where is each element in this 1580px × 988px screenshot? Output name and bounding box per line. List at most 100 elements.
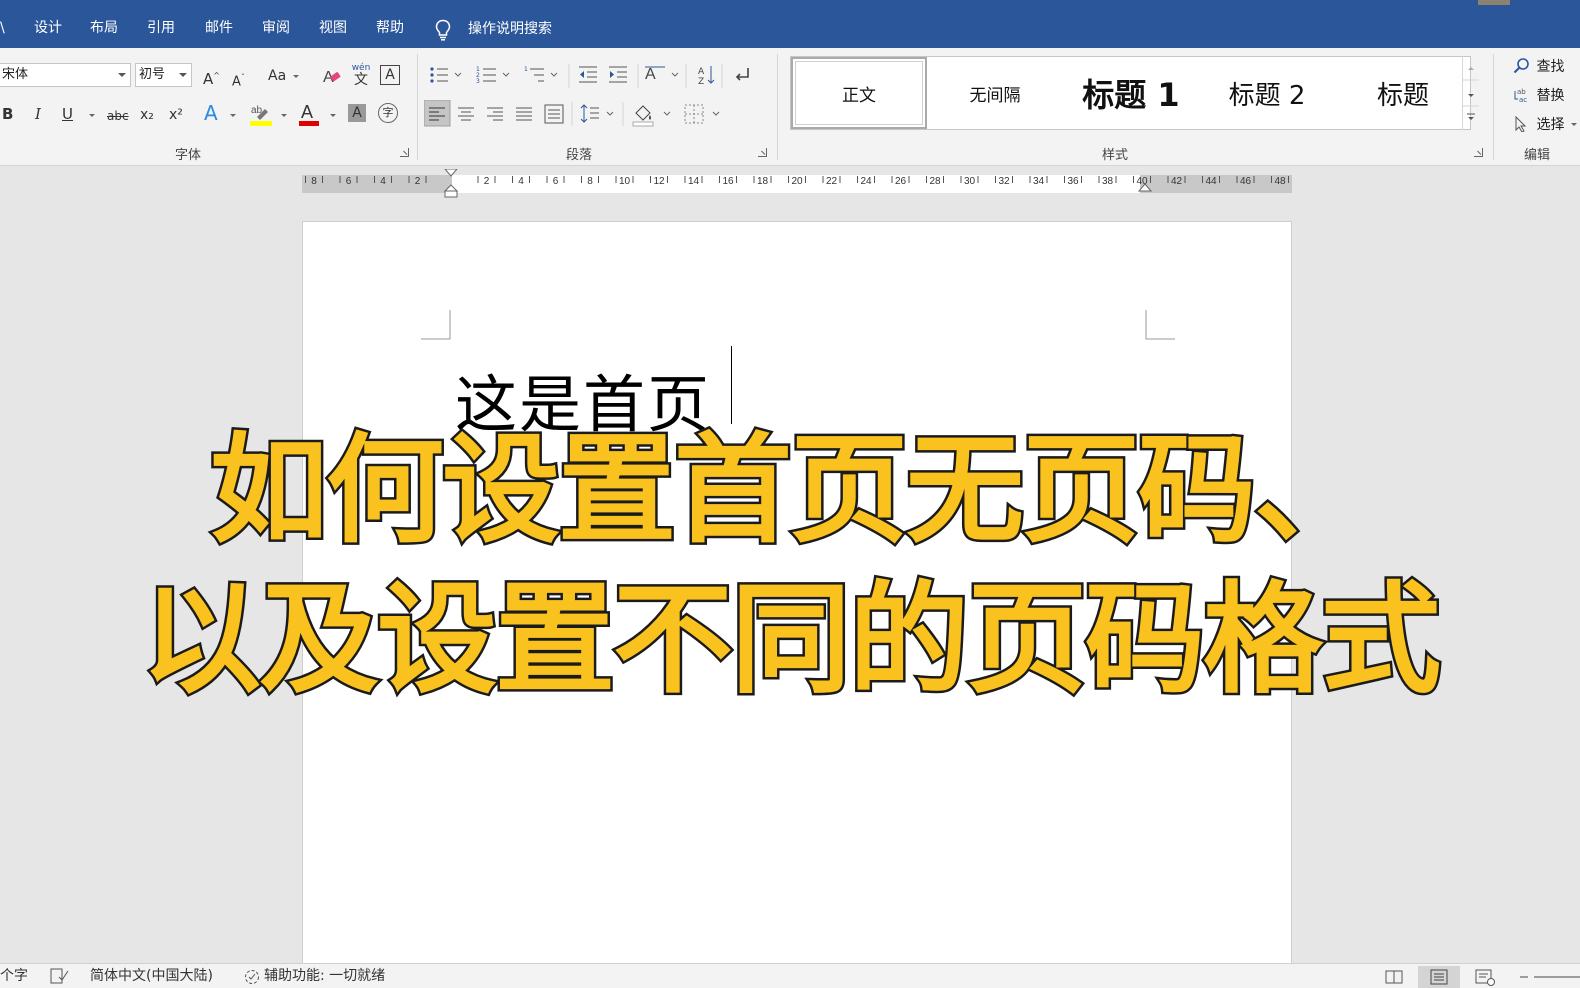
align-right-icon <box>487 107 503 121</box>
subscript-button[interactable]: x₂ <box>140 105 154 125</box>
styles-group-label: 样式 <box>1102 148 1129 163</box>
crop-mark-top-right <box>1145 310 1175 340</box>
web-layout-icon <box>1475 969 1495 986</box>
editing-group-label: 编辑 <box>1524 148 1551 163</box>
highlight-color-icon[interactable]: ab <box>249 101 273 127</box>
clear-formatting-icon[interactable]: A <box>322 65 342 87</box>
user-avatar[interactable] <box>1478 0 1510 5</box>
zoom-slider[interactable] <box>1518 974 1580 980</box>
italic-button[interactable]: I <box>35 104 41 124</box>
svg-text:A: A <box>301 102 313 122</box>
find-label: 查找 <box>1536 59 1565 75</box>
ruler-label: 28 <box>929 176 941 187</box>
style-heading-1[interactable]: 标题 1 <box>1063 57 1199 129</box>
sort-icon: AZ <box>698 66 715 87</box>
styles-dialog-launcher-icon[interactable] <box>1474 148 1483 157</box>
proofing-icon[interactable] <box>50 968 70 984</box>
line-spacing-icon <box>580 104 614 123</box>
select-button[interactable]: 选择 <box>1512 114 1577 134</box>
paragraph-row-2 <box>424 100 720 127</box>
read-mode-button[interactable] <box>1374 966 1416 988</box>
ruler-label: 4 <box>380 176 386 187</box>
underline-button[interactable]: U <box>62 104 73 124</box>
ruler-label: 2 <box>415 176 421 187</box>
accessibility-status[interactable]: 辅助功能: 一切就绪 <box>264 967 385 985</box>
bullets-icon <box>430 67 462 83</box>
enclose-characters-button[interactable]: 字 <box>378 103 398 123</box>
font-name-value: 宋体 <box>2 67 29 82</box>
lightbulb-icon[interactable] <box>434 19 452 41</box>
text-effects-button[interactable]: A <box>204 103 218 123</box>
bold-button[interactable]: B <box>2 104 13 124</box>
ruler-label: 22 <box>826 176 838 187</box>
ruler-label: 10 <box>619 176 631 187</box>
font-name-combo[interactable]: 宋体 <box>0 63 131 87</box>
accessibility-icon[interactable] <box>243 968 263 986</box>
replace-button[interactable]: ab ac 替换 <box>1512 85 1564 105</box>
ribbon-tab-bar: \ 设计 布局 引用 邮件 审阅 视图 帮助 操作说明搜索 <box>0 0 1580 48</box>
chevron-down-icon[interactable] <box>281 114 287 117</box>
svg-text:ac: ac <box>1519 96 1527 103</box>
character-border-button[interactable]: A <box>380 65 400 85</box>
tab-references[interactable]: 引用 <box>147 18 175 38</box>
group-separator <box>777 54 778 160</box>
chevron-down-icon[interactable] <box>293 75 299 78</box>
gallery-scroll-arrows-icon[interactable] <box>1463 56 1479 130</box>
chevron-down-icon[interactable] <box>230 114 236 117</box>
paragraph-group-label: 段落 <box>566 148 593 163</box>
chevron-down-icon[interactable] <box>1570 123 1577 126</box>
font-size-combo[interactable]: 初号 <box>135 63 192 87</box>
superscript-button[interactable]: x² <box>169 105 183 125</box>
font-group-label: 字体 <box>175 148 202 163</box>
shrink-font-glyph: A <box>232 74 241 90</box>
chevron-down-icon[interactable] <box>179 73 187 77</box>
svg-text:ab: ab <box>1517 88 1526 96</box>
tab-design[interactable]: 设计 <box>34 18 62 38</box>
change-case-button[interactable]: Aa <box>268 66 286 86</box>
increase-indent-icon <box>609 66 627 83</box>
tell-me-search[interactable]: 操作说明搜索 <box>468 18 552 38</box>
style-title[interactable]: 标题 <box>1335 57 1471 129</box>
styles-gallery: 正文 无间隔 标题 1 标题 2 标题 <box>790 56 1471 130</box>
chevron-down-icon[interactable] <box>330 114 336 117</box>
phonetic-guide-button[interactable]: wén 文 <box>350 62 372 88</box>
ruler-label: 38 <box>1102 176 1114 187</box>
strikethrough-button[interactable]: abc <box>107 106 129 126</box>
crop-mark-top-left <box>421 310 451 340</box>
right-indent-marker-icon[interactable] <box>1138 183 1152 193</box>
ruler-label: 48 <box>1274 176 1286 187</box>
word-count[interactable]: 个字 <box>0 967 28 985</box>
ruler-label: 8 <box>311 176 317 187</box>
font-color-icon[interactable]: A <box>298 101 320 127</box>
style-heading-1-label: 标题 1 <box>1082 76 1180 114</box>
tab-help[interactable]: 帮助 <box>376 18 404 38</box>
style-no-spacing[interactable]: 无间隔 <box>927 57 1063 129</box>
find-button[interactable]: 查找 <box>1512 56 1564 76</box>
select-label: 选择 <box>1536 117 1565 133</box>
indent-markers-icon[interactable] <box>444 169 458 199</box>
styles-gallery-scroller[interactable] <box>1462 56 1479 130</box>
justify-icon <box>516 107 532 121</box>
grow-font-button[interactable]: A^ <box>203 66 220 89</box>
tab-view[interactable]: 视图 <box>319 18 347 38</box>
tab-layout[interactable]: 布局 <box>90 18 118 38</box>
web-layout-button[interactable] <box>1464 966 1506 988</box>
tab-review[interactable]: 审阅 <box>262 18 290 38</box>
chevron-down-icon[interactable] <box>89 114 95 117</box>
group-separator <box>1493 54 1494 160</box>
font-size-value: 初号 <box>139 67 166 82</box>
style-normal[interactable]: 正文 <box>791 57 927 129</box>
font-dialog-launcher-icon[interactable] <box>400 148 409 157</box>
language-indicator[interactable]: 简体中文(中国大陆) <box>90 967 213 985</box>
ruler-label: 12 <box>653 176 665 187</box>
character-shading-button[interactable]: A <box>348 104 366 122</box>
shrink-font-button[interactable]: Aˇ <box>232 68 245 92</box>
phonetic-character: 文 <box>354 72 368 88</box>
style-heading-2[interactable]: 标题 2 <box>1199 57 1335 129</box>
chevron-down-icon[interactable] <box>118 73 126 77</box>
tab-mailings[interactable]: 邮件 <box>205 18 233 38</box>
tab-cut-off[interactable]: \ <box>0 20 5 36</box>
ruler-label: 4 <box>518 176 524 187</box>
paragraph-dialog-launcher-icon[interactable] <box>758 148 767 157</box>
print-layout-button[interactable] <box>1418 966 1460 988</box>
